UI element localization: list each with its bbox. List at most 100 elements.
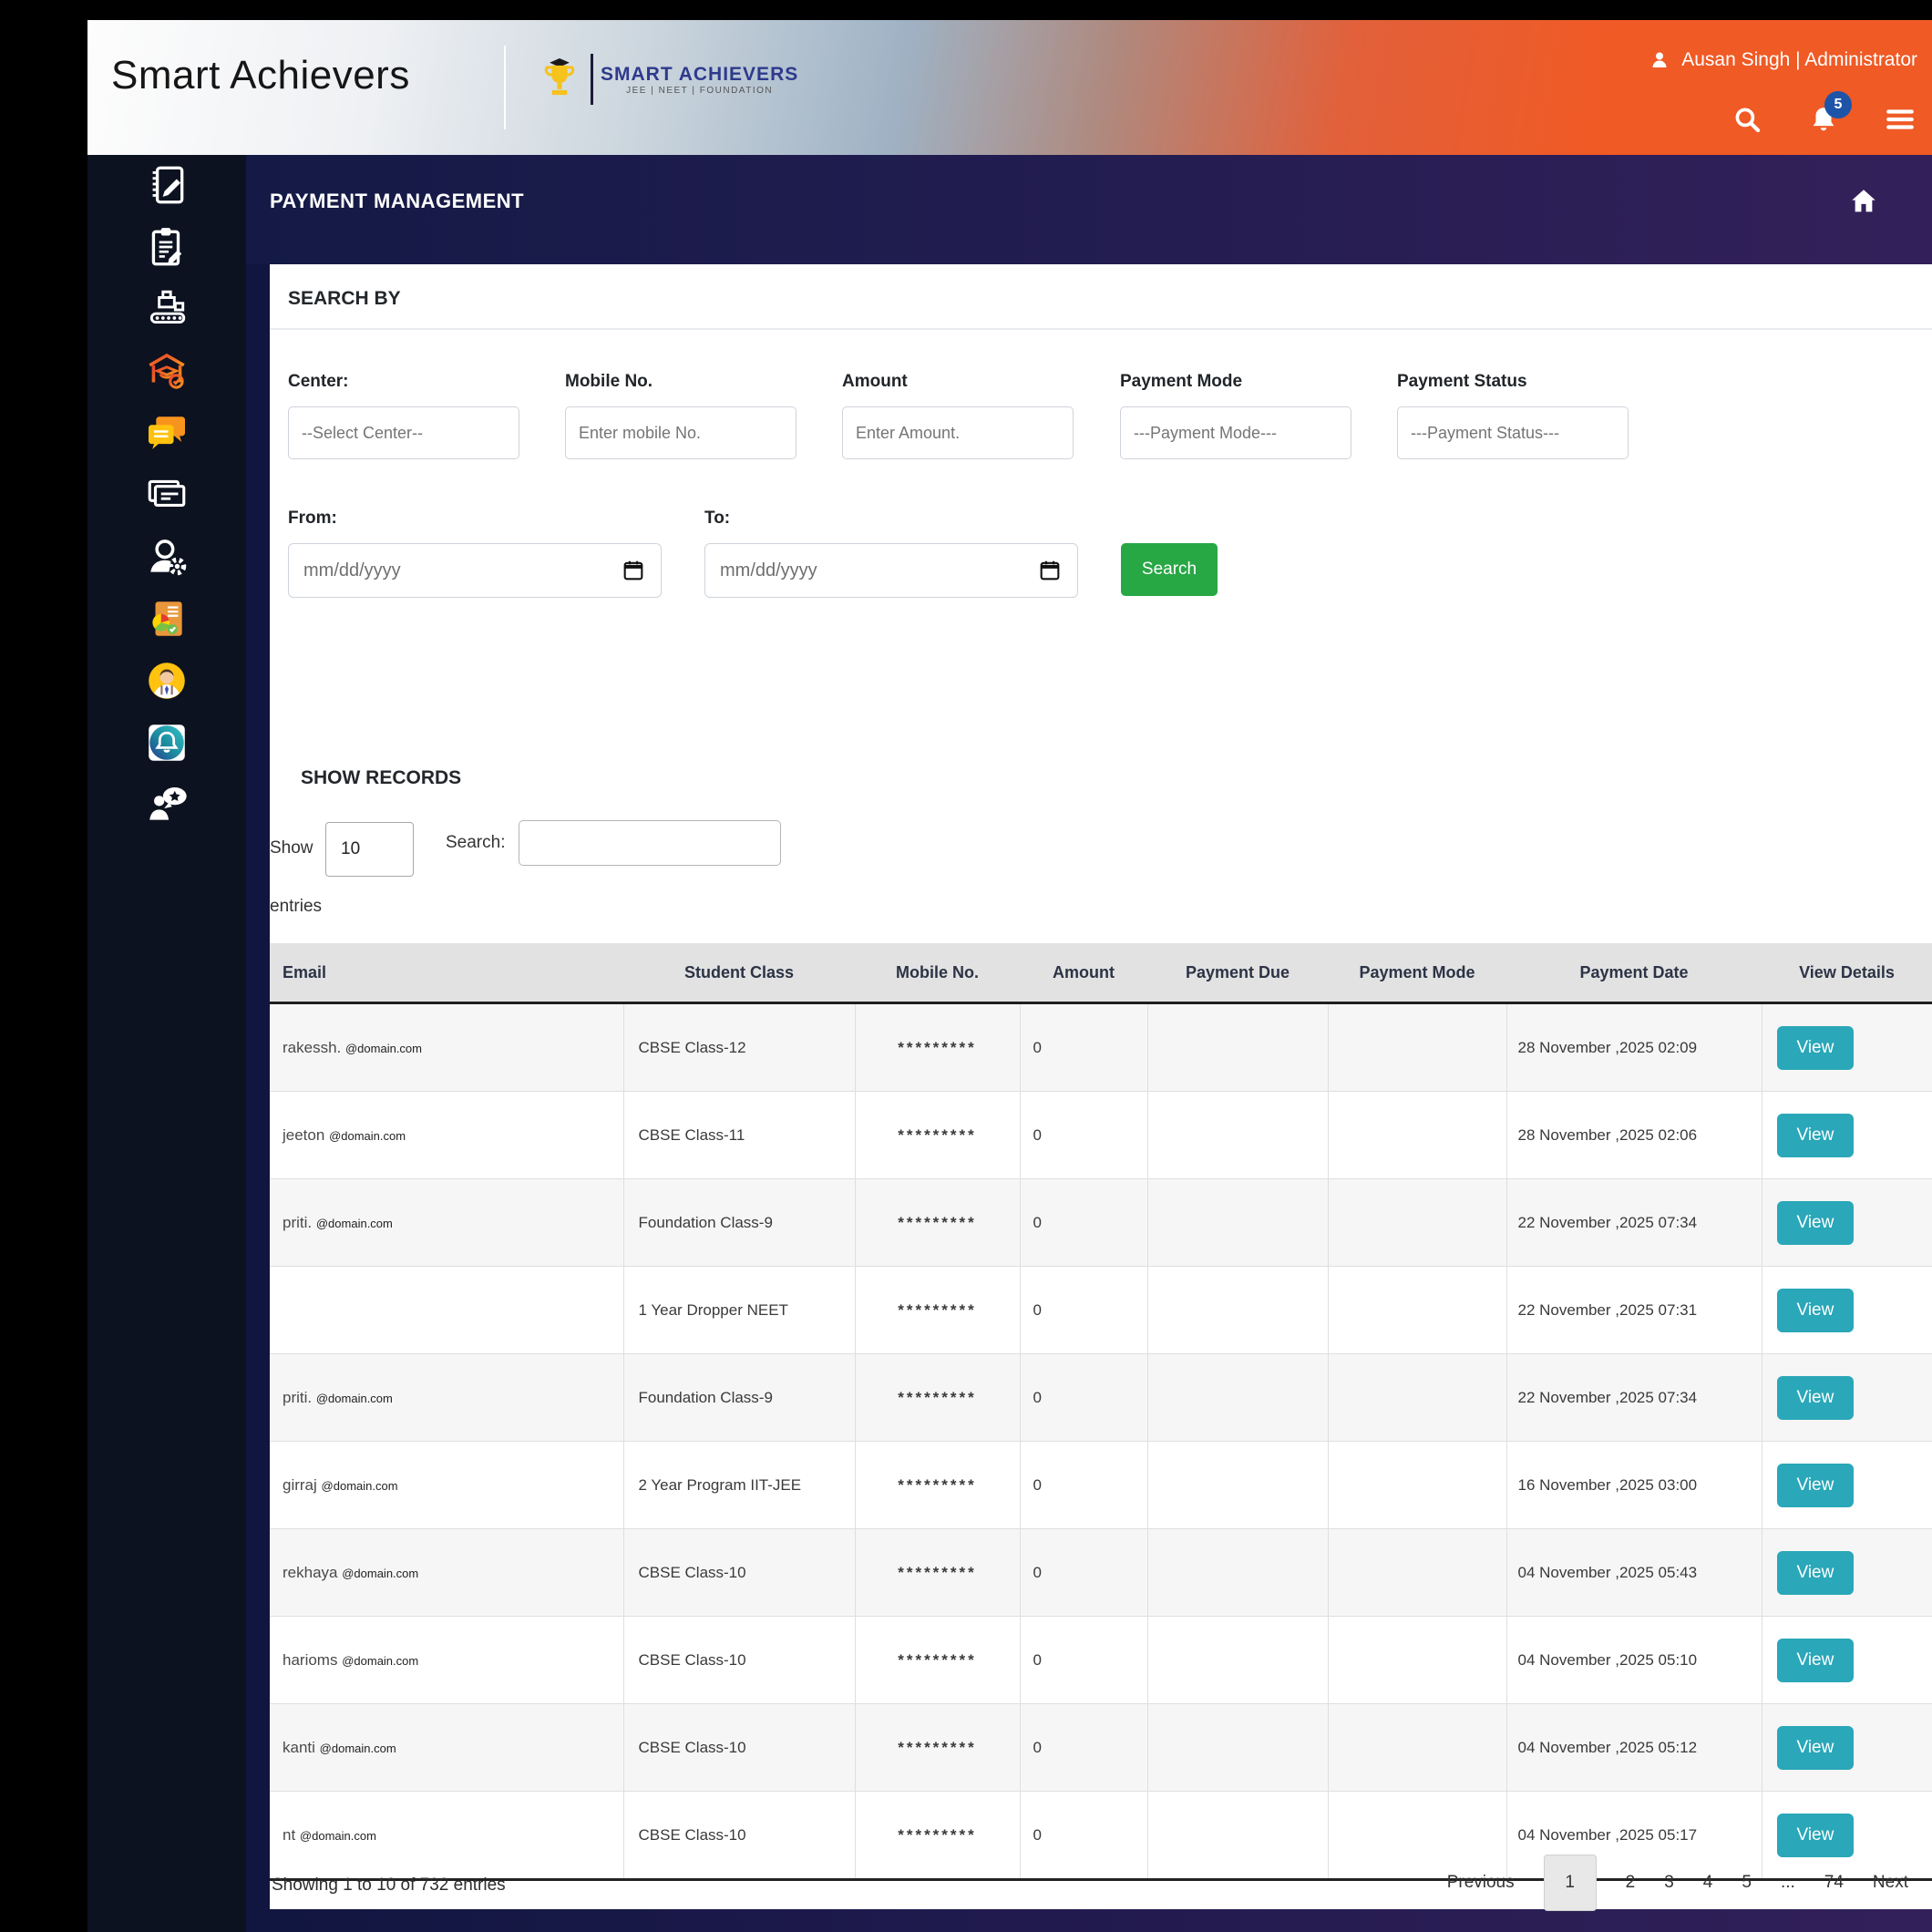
- view-button[interactable]: View: [1776, 1375, 1855, 1420]
- chat-icon[interactable]: [144, 410, 190, 456]
- col-mobile[interactable]: Mobile No.: [855, 943, 1020, 1004]
- amount-cell: 0: [1019, 1353, 1148, 1442]
- payment-date-cell: 16 November ,2025 03:00: [1506, 1441, 1762, 1529]
- amount-label: Amount: [842, 372, 908, 391]
- payment-date-cell: 28 November ,2025 02:06: [1506, 1091, 1762, 1179]
- student-class-cell: 1 Year Dropper NEET: [622, 1266, 856, 1354]
- search-button[interactable]: Search: [1121, 543, 1218, 596]
- student-class-cell: 2 Year Program IIT-JEE: [622, 1441, 856, 1529]
- pagination-page-74[interactable]: 74: [1824, 1873, 1844, 1893]
- payment-mode-field-group: Payment Mode ---Payment Mode---: [1120, 372, 1351, 459]
- amount-cell: 0: [1019, 1703, 1148, 1792]
- calendar-icon[interactable]: [621, 558, 646, 583]
- email-name: priti.: [283, 1388, 313, 1406]
- view-button[interactable]: View: [1776, 1638, 1855, 1682]
- user-settings-icon[interactable]: [144, 534, 190, 580]
- payment-due-cell: [1146, 1178, 1329, 1267]
- student-class-cell: CBSE Class-10: [622, 1703, 856, 1792]
- col-student-class[interactable]: Student Class: [623, 943, 855, 1004]
- payment-mode-cell: [1327, 1353, 1507, 1442]
- notes-edit-icon[interactable]: [144, 162, 190, 208]
- notifications-bell[interactable]: 5: [1808, 91, 1852, 135]
- pagination-previous[interactable]: Previous: [1447, 1873, 1515, 1893]
- col-payment-date[interactable]: Payment Date: [1506, 943, 1762, 1004]
- center-select[interactable]: --Select Center--: [288, 406, 519, 459]
- payment-mode-cell: [1327, 1616, 1507, 1704]
- col-amount[interactable]: Amount: [1020, 943, 1147, 1004]
- amount-input[interactable]: [842, 406, 1074, 459]
- notifications-app-icon[interactable]: [144, 720, 190, 766]
- col-payment-mode[interactable]: Payment Mode: [1328, 943, 1506, 1004]
- email-name: nt: [283, 1825, 296, 1844]
- view-button[interactable]: View: [1776, 1113, 1855, 1157]
- mobile-cell: *********: [854, 1528, 1021, 1617]
- amount-cell: 0: [1019, 1441, 1148, 1529]
- user-name: Ausan Singh | Administrator: [1681, 49, 1917, 70]
- view-button[interactable]: View: [1776, 1288, 1855, 1332]
- mobile-cell: *********: [854, 1441, 1021, 1529]
- center-label: Center:: [288, 372, 349, 391]
- payment-mode-cell: [1327, 1178, 1507, 1267]
- table-row: girraj @domain.com 2 Year Program IIT-JE…: [270, 1441, 1932, 1529]
- hamburger-menu-icon[interactable]: [1885, 104, 1916, 135]
- payment-due-cell: [1146, 1441, 1329, 1529]
- table-row: priti. @domain.com Foundation Class-9 **…: [270, 1353, 1932, 1442]
- profile-icon[interactable]: [144, 658, 190, 704]
- to-date-group: To: mm/dd/yyyy: [704, 509, 1078, 598]
- pagination-page-2[interactable]: 2: [1626, 1873, 1636, 1893]
- from-date-input[interactable]: mm/dd/yyyy: [288, 543, 662, 598]
- view-button[interactable]: View: [1776, 1813, 1855, 1857]
- clipboard-tasks-icon[interactable]: [144, 224, 190, 270]
- home-icon[interactable]: [1848, 186, 1879, 217]
- col-payment-due[interactable]: Payment Due: [1147, 943, 1328, 1004]
- view-button[interactable]: View: [1776, 1725, 1855, 1770]
- col-email[interactable]: Email: [270, 943, 623, 1004]
- payment-mode-select[interactable]: ---Payment Mode---: [1120, 406, 1351, 459]
- email-name: harioms: [283, 1650, 338, 1669]
- pagination-page-3[interactable]: 3: [1664, 1873, 1674, 1893]
- email-domain: @domain.com: [342, 1566, 419, 1580]
- view-button[interactable]: View: [1776, 1025, 1855, 1070]
- payment-date-cell: 04 November ,2025 05:12: [1506, 1703, 1762, 1792]
- entries-label: entries: [270, 897, 323, 916]
- view-button[interactable]: View: [1776, 1200, 1855, 1245]
- logo-text: SMART ACHIEVERS: [601, 63, 799, 85]
- pagination-page-1[interactable]: 1: [1543, 1855, 1597, 1911]
- student-class-cell: CBSE Class-10: [622, 1791, 856, 1881]
- view-button[interactable]: View: [1776, 1463, 1855, 1507]
- payment-due-cell: [1146, 1703, 1329, 1792]
- pagination-page-4[interactable]: 4: [1703, 1873, 1713, 1893]
- search-icon[interactable]: [1732, 104, 1762, 135]
- table-search-input[interactable]: [519, 820, 781, 866]
- payment-date-cell: 04 November ,2025 05:10: [1506, 1616, 1762, 1704]
- payment-mode-cell: [1327, 1703, 1507, 1792]
- to-date-input[interactable]: mm/dd/yyyy: [704, 543, 1078, 598]
- payment-mode-cell: [1327, 1528, 1507, 1617]
- table-summary: Showing 1 to 10 of 732 entries: [272, 1875, 506, 1895]
- calendar-icon[interactable]: [1037, 558, 1063, 583]
- cards-icon[interactable]: [144, 472, 190, 518]
- pagination-next[interactable]: Next: [1873, 1873, 1908, 1893]
- email-domain: @domain.com: [299, 1828, 376, 1843]
- production-icon[interactable]: [144, 286, 190, 332]
- mobile-input[interactable]: [565, 406, 796, 459]
- payment-due-cell: [1146, 1353, 1329, 1442]
- reports-icon[interactable]: [144, 596, 190, 642]
- email-name: priti.: [283, 1213, 313, 1231]
- user-menu[interactable]: Ausan Singh | Administrator: [1649, 49, 1917, 71]
- table-row: priti. @domain.com Foundation Class-9 **…: [270, 1178, 1932, 1267]
- table-row: 1 Year Dropper NEET ********* 0 22 Novem…: [270, 1266, 1932, 1354]
- payment-status-label: Payment Status: [1397, 372, 1527, 391]
- payment-status-select[interactable]: ---Payment Status---: [1397, 406, 1629, 459]
- view-button[interactable]: View: [1776, 1550, 1855, 1595]
- payment-due-cell: [1146, 1266, 1329, 1354]
- entries-per-page-select[interactable]: 10: [325, 822, 414, 877]
- col-view-details[interactable]: View Details: [1762, 943, 1932, 1004]
- from-label: From:: [288, 509, 337, 528]
- search-by-heading: SEARCH BY: [288, 288, 401, 309]
- pagination-page-5[interactable]: 5: [1742, 1873, 1752, 1893]
- to-label: To:: [704, 509, 731, 528]
- feedback-icon[interactable]: [144, 782, 190, 827]
- school-icon[interactable]: [144, 348, 190, 394]
- to-date-value: mm/dd/yyyy: [720, 560, 817, 581]
